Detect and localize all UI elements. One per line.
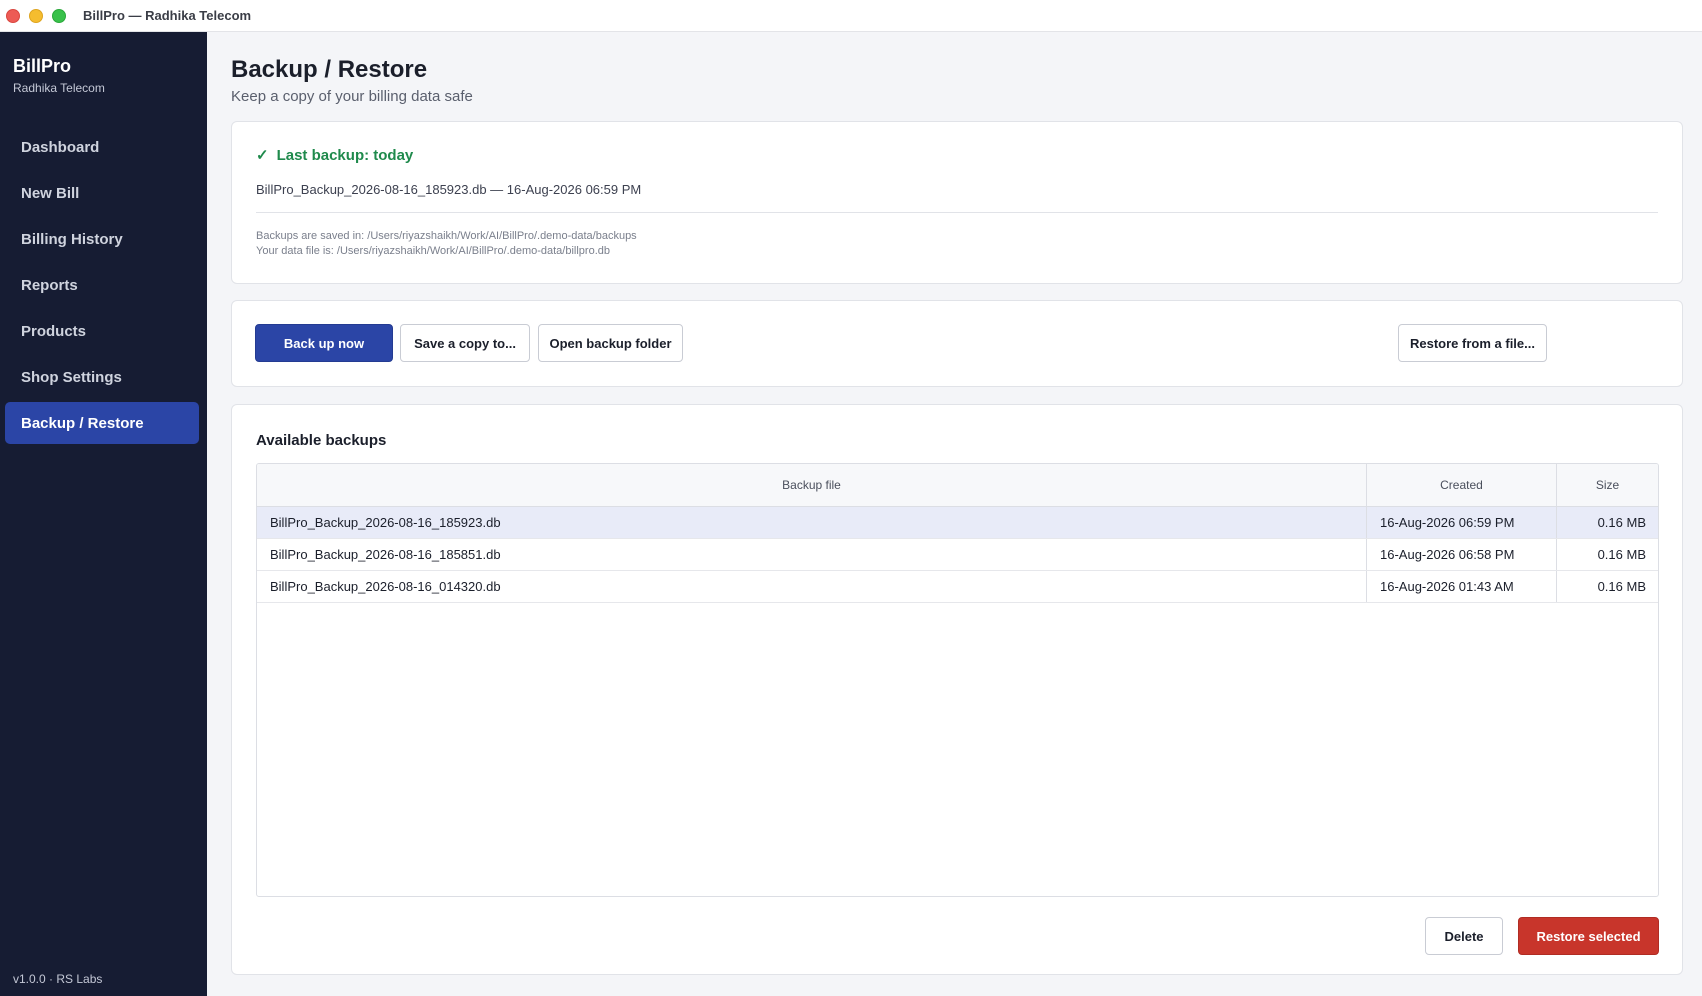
divider: [256, 212, 1658, 213]
backup-actions-card: Back up now Save a copy to... Open backu…: [231, 300, 1683, 387]
last-backup-file: BillPro_Backup_2026-08-16_185923.db — 16…: [256, 182, 642, 197]
available-backups-title: Available backups: [256, 432, 387, 449]
zoom-window-button[interactable]: [52, 8, 66, 23]
sidebar-item-products[interactable]: Products: [5, 310, 199, 352]
brand: BillPro Radhika Telecom: [13, 56, 105, 95]
created-cell: 16-Aug-2026 01:43 AM: [1367, 571, 1557, 602]
sidebar-item-billing-history[interactable]: Billing History: [5, 218, 199, 260]
backup-status-card: ✓ Last backup: today BillPro_Backup_2026…: [231, 121, 1683, 284]
created-cell: 16-Aug-2026 06:59 PM: [1367, 507, 1557, 538]
title-bar: BillPro — Radhika Telecom: [0, 0, 1702, 32]
sidebar-item-shop-settings[interactable]: Shop Settings: [5, 356, 199, 398]
sidebar-item-new-bill[interactable]: New Bill: [5, 172, 199, 214]
size-cell: 0.16 MB: [1597, 515, 1646, 530]
backup-folder-path: Backups are saved in: /Users/riyazshaikh…: [256, 230, 637, 242]
column-header-size[interactable]: Size: [1557, 464, 1658, 506]
open-backup-folder-button[interactable]: Open backup folder: [538, 324, 683, 362]
save-copy-button[interactable]: Save a copy to...: [400, 324, 530, 362]
column-header-backup-file[interactable]: Backup file: [257, 464, 1367, 506]
close-window-button[interactable]: [6, 8, 20, 23]
backup-file-cell: BillPro_Backup_2026-08-16_185851.db: [257, 539, 1367, 570]
sidebar-nav: Dashboard New Bill Billing History Repor…: [5, 126, 199, 448]
page-subtitle: Keep a copy of your billing data safe: [231, 88, 473, 105]
check-icon: ✓: [256, 147, 269, 164]
table-row[interactable]: BillPro_Backup_2026-08-16_185923.db 16-A…: [257, 507, 1658, 539]
table-header: Backup file Created Size: [257, 464, 1658, 507]
main-content: Backup / Restore Keep a copy of your bil…: [207, 32, 1702, 996]
window-title: BillPro — Radhika Telecom: [83, 8, 252, 23]
size-cell: 0.16 MB: [1597, 579, 1646, 594]
sidebar-item-dashboard[interactable]: Dashboard: [5, 126, 199, 168]
last-backup-status: ✓ Last backup: today: [256, 146, 414, 165]
backup-file-cell: BillPro_Backup_2026-08-16_014320.db: [257, 571, 1367, 602]
table-row[interactable]: BillPro_Backup_2026-08-16_014320.db 16-A…: [257, 571, 1658, 603]
window-controls: [6, 8, 66, 23]
shop-name: Radhika Telecom: [13, 81, 105, 95]
sidebar: BillPro Radhika Telecom Dashboard New Bi…: [0, 32, 207, 996]
restore-selected-button[interactable]: Restore selected: [1518, 917, 1659, 955]
data-file-path: Your data file is: /Users/riyazshaikh/Wo…: [256, 245, 610, 257]
last-backup-label: Last backup: today: [276, 146, 414, 164]
brand-name: BillPro: [13, 56, 72, 76]
restore-from-file-button[interactable]: Restore from a file...: [1398, 324, 1547, 362]
page-title: Backup / Restore: [231, 56, 428, 83]
minimize-window-button[interactable]: [29, 8, 43, 23]
backups-table: Backup file Created Size BillPro_Backup_…: [256, 463, 1659, 897]
sidebar-item-reports[interactable]: Reports: [5, 264, 199, 306]
backup-file-cell: BillPro_Backup_2026-08-16_185923.db: [257, 507, 1367, 538]
table-row[interactable]: BillPro_Backup_2026-08-16_185851.db 16-A…: [257, 539, 1658, 571]
column-header-created[interactable]: Created: [1367, 464, 1557, 506]
paths-info: Backups are saved in: /Users/riyazshaikh…: [256, 229, 637, 259]
delete-button[interactable]: Delete: [1425, 917, 1503, 955]
sidebar-item-backup-restore[interactable]: Backup / Restore: [5, 402, 199, 444]
created-cell: 16-Aug-2026 06:58 PM: [1367, 539, 1557, 570]
back-up-now-button[interactable]: Back up now: [255, 324, 393, 362]
available-backups-card: Available backups Backup file Created Si…: [231, 404, 1683, 975]
size-cell: 0.16 MB: [1597, 547, 1646, 562]
app-version: v1.0.0 · RS Labs: [13, 972, 103, 986]
